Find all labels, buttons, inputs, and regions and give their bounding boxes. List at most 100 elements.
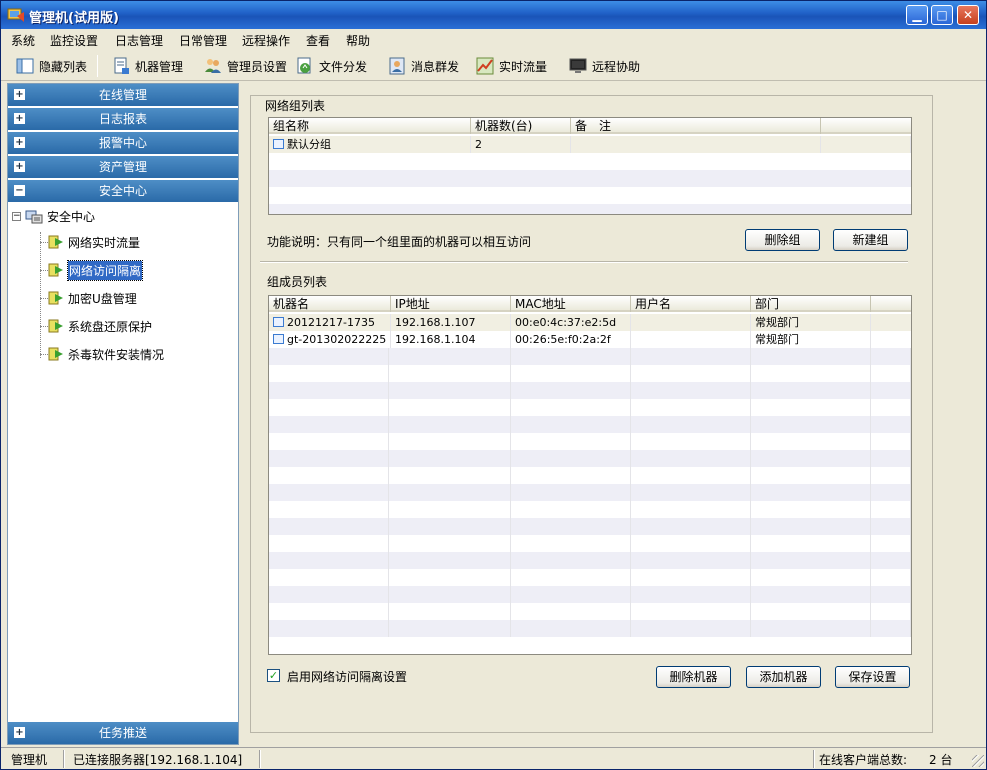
empty-cell xyxy=(391,569,511,586)
menu-daily-management[interactable]: 日常管理 xyxy=(179,32,227,49)
empty-row xyxy=(269,450,911,467)
cell-filler xyxy=(821,136,911,153)
member-list-table[interactable]: 机器名 IP地址 MAC地址 用户名 部门 20121217-1735 192.… xyxy=(268,295,912,655)
resize-grip[interactable] xyxy=(972,755,984,767)
app-window: 管理机(试用版) ▁ □ ✕ 系统 监控设置 日志管理 日常管理 远程操作 查看… xyxy=(0,0,987,770)
new-group-button[interactable]: 新建组 xyxy=(833,229,908,251)
empty-row xyxy=(269,552,911,569)
tree-item-encrypted-usb[interactable]: 加密U盘管理 xyxy=(48,288,137,308)
empty-row xyxy=(269,382,911,399)
col-group-name[interactable]: 组名称 xyxy=(269,118,471,134)
menu-monitor-settings[interactable]: 监控设置 xyxy=(50,32,98,49)
cell-user xyxy=(631,314,751,331)
tree-item-network-isolation[interactable]: 网络访问隔离 xyxy=(48,259,144,281)
menu-help[interactable]: 帮助 xyxy=(346,32,370,49)
empty-cell xyxy=(631,569,751,586)
table-row[interactable]: 默认分组 2 xyxy=(269,136,911,153)
enable-isolation-checkbox[interactable]: ✓ xyxy=(267,669,280,682)
realtime-traffic-button[interactable]: 实时流量 xyxy=(475,55,547,77)
empty-cell xyxy=(871,518,911,535)
close-button[interactable]: ✕ xyxy=(957,5,979,25)
empty-cell xyxy=(631,450,751,467)
group-list-title: 网络组列表 xyxy=(265,99,326,113)
empty-cell xyxy=(871,535,911,552)
cell-ip: 192.168.1.107 xyxy=(391,314,511,331)
empty-cell xyxy=(871,467,911,484)
table-row[interactable]: 20121217-1735 192.168.1.107 00:e0:4c:37:… xyxy=(269,314,911,331)
empty-cell xyxy=(391,535,511,552)
menu-view[interactable]: 查看 xyxy=(306,32,330,49)
empty-cell xyxy=(511,586,631,603)
empty-cell xyxy=(269,586,389,603)
hide-list-button[interactable]: 隐藏列表 xyxy=(15,55,87,77)
machine-management-button[interactable]: 机器管理 xyxy=(111,55,183,77)
col-machine-name[interactable]: 机器名 xyxy=(269,296,391,312)
delete-machine-button[interactable]: 删除机器 xyxy=(656,666,731,688)
title-bar[interactable]: 管理机(试用版) ▁ □ ✕ xyxy=(1,1,986,29)
col-machine-count[interactable]: 机器数(台) xyxy=(471,118,571,134)
empty-cell xyxy=(511,467,631,484)
menu-remote-ops[interactable]: 远程操作 xyxy=(242,32,290,49)
table-header: 组名称 机器数(台) 备 注 xyxy=(269,118,911,134)
security-tree: − 安全中心 网络实时流量 网络访问隔离 加密U盘管理 系统盘还原保护 杀毒软件… xyxy=(8,204,238,704)
empty-cell xyxy=(871,603,911,620)
empty-row xyxy=(269,153,911,170)
tree-connector xyxy=(40,242,48,243)
section-asset-management[interactable]: + 资产管理 xyxy=(8,156,238,178)
section-security-center[interactable]: − 安全中心 xyxy=(8,180,238,202)
menu-log-management[interactable]: 日志管理 xyxy=(115,32,163,49)
empty-cell xyxy=(751,620,871,637)
section-task-push[interactable]: + 任务推送 xyxy=(8,722,238,744)
network-group-icon xyxy=(25,210,43,223)
section-online-management[interactable]: + 在线管理 xyxy=(8,84,238,106)
empty-cell xyxy=(269,433,389,450)
empty-cell xyxy=(631,416,751,433)
tree-item-system-restore[interactable]: 系统盘还原保护 xyxy=(48,316,152,336)
section-alarm-center[interactable]: + 报警中心 xyxy=(8,132,238,154)
status-online-label: 在线客户端总数: xyxy=(819,753,908,767)
menu-bar: 系统 监控设置 日志管理 日常管理 远程操作 查看 帮助 xyxy=(1,29,986,50)
empty-row xyxy=(269,399,911,416)
col-note[interactable]: 备 注 xyxy=(571,118,821,134)
remote-assist-button[interactable]: 远程协助 xyxy=(568,55,640,77)
tree-item-network-traffic[interactable]: 网络实时流量 xyxy=(48,232,140,252)
cell-count: 2 xyxy=(471,136,571,153)
col-mac[interactable]: MAC地址 xyxy=(511,296,631,312)
empty-cell xyxy=(511,365,631,382)
tree-collapse-icon[interactable]: − xyxy=(12,212,21,221)
empty-cell xyxy=(751,569,871,586)
machine-doc-icon xyxy=(114,57,129,74)
empty-cell xyxy=(871,416,911,433)
tree-root-security-center[interactable]: − 安全中心 xyxy=(12,208,95,225)
file-distribution-button[interactable]: 文件分发 xyxy=(295,55,367,77)
delete-group-button[interactable]: 删除组 xyxy=(745,229,820,251)
empty-row xyxy=(269,433,911,450)
group-list-table[interactable]: 组名称 机器数(台) 备 注 默认分组 2 xyxy=(268,117,912,215)
empty-cell xyxy=(391,552,511,569)
tree-item-antivirus-status[interactable]: 杀毒软件安装情况 xyxy=(48,344,164,364)
empty-cell xyxy=(631,433,751,450)
save-settings-button[interactable]: 保存设置 xyxy=(835,666,910,688)
section-log-reports[interactable]: + 日志报表 xyxy=(8,108,238,130)
empty-cell xyxy=(871,399,911,416)
leaf-arrow-icon xyxy=(48,347,63,361)
cell-mac: 00:26:5e:f0:2a:2f xyxy=(511,331,631,348)
empty-cell xyxy=(269,382,389,399)
admin-settings-button[interactable]: 管理员设置 xyxy=(203,55,287,77)
add-machine-button[interactable]: 添加机器 xyxy=(746,666,821,688)
status-divider xyxy=(63,750,65,768)
table-row[interactable]: gt-201302022225 192.168.1.104 00:26:5e:f… xyxy=(269,331,911,348)
cell-note xyxy=(571,136,821,153)
tree-connector xyxy=(40,326,48,327)
cell-dept: 常规部门 xyxy=(751,331,871,348)
col-dept[interactable]: 部门 xyxy=(751,296,871,312)
empty-cell xyxy=(751,348,871,365)
empty-cell xyxy=(391,399,511,416)
menu-system[interactable]: 系统 xyxy=(11,32,35,49)
empty-cell xyxy=(391,450,511,467)
message-broadcast-button[interactable]: 消息群发 xyxy=(387,55,459,77)
maximize-button[interactable]: □ xyxy=(931,5,953,25)
col-ip[interactable]: IP地址 xyxy=(391,296,511,312)
minimize-button[interactable]: ▁ xyxy=(906,5,928,25)
col-user[interactable]: 用户名 xyxy=(631,296,751,312)
